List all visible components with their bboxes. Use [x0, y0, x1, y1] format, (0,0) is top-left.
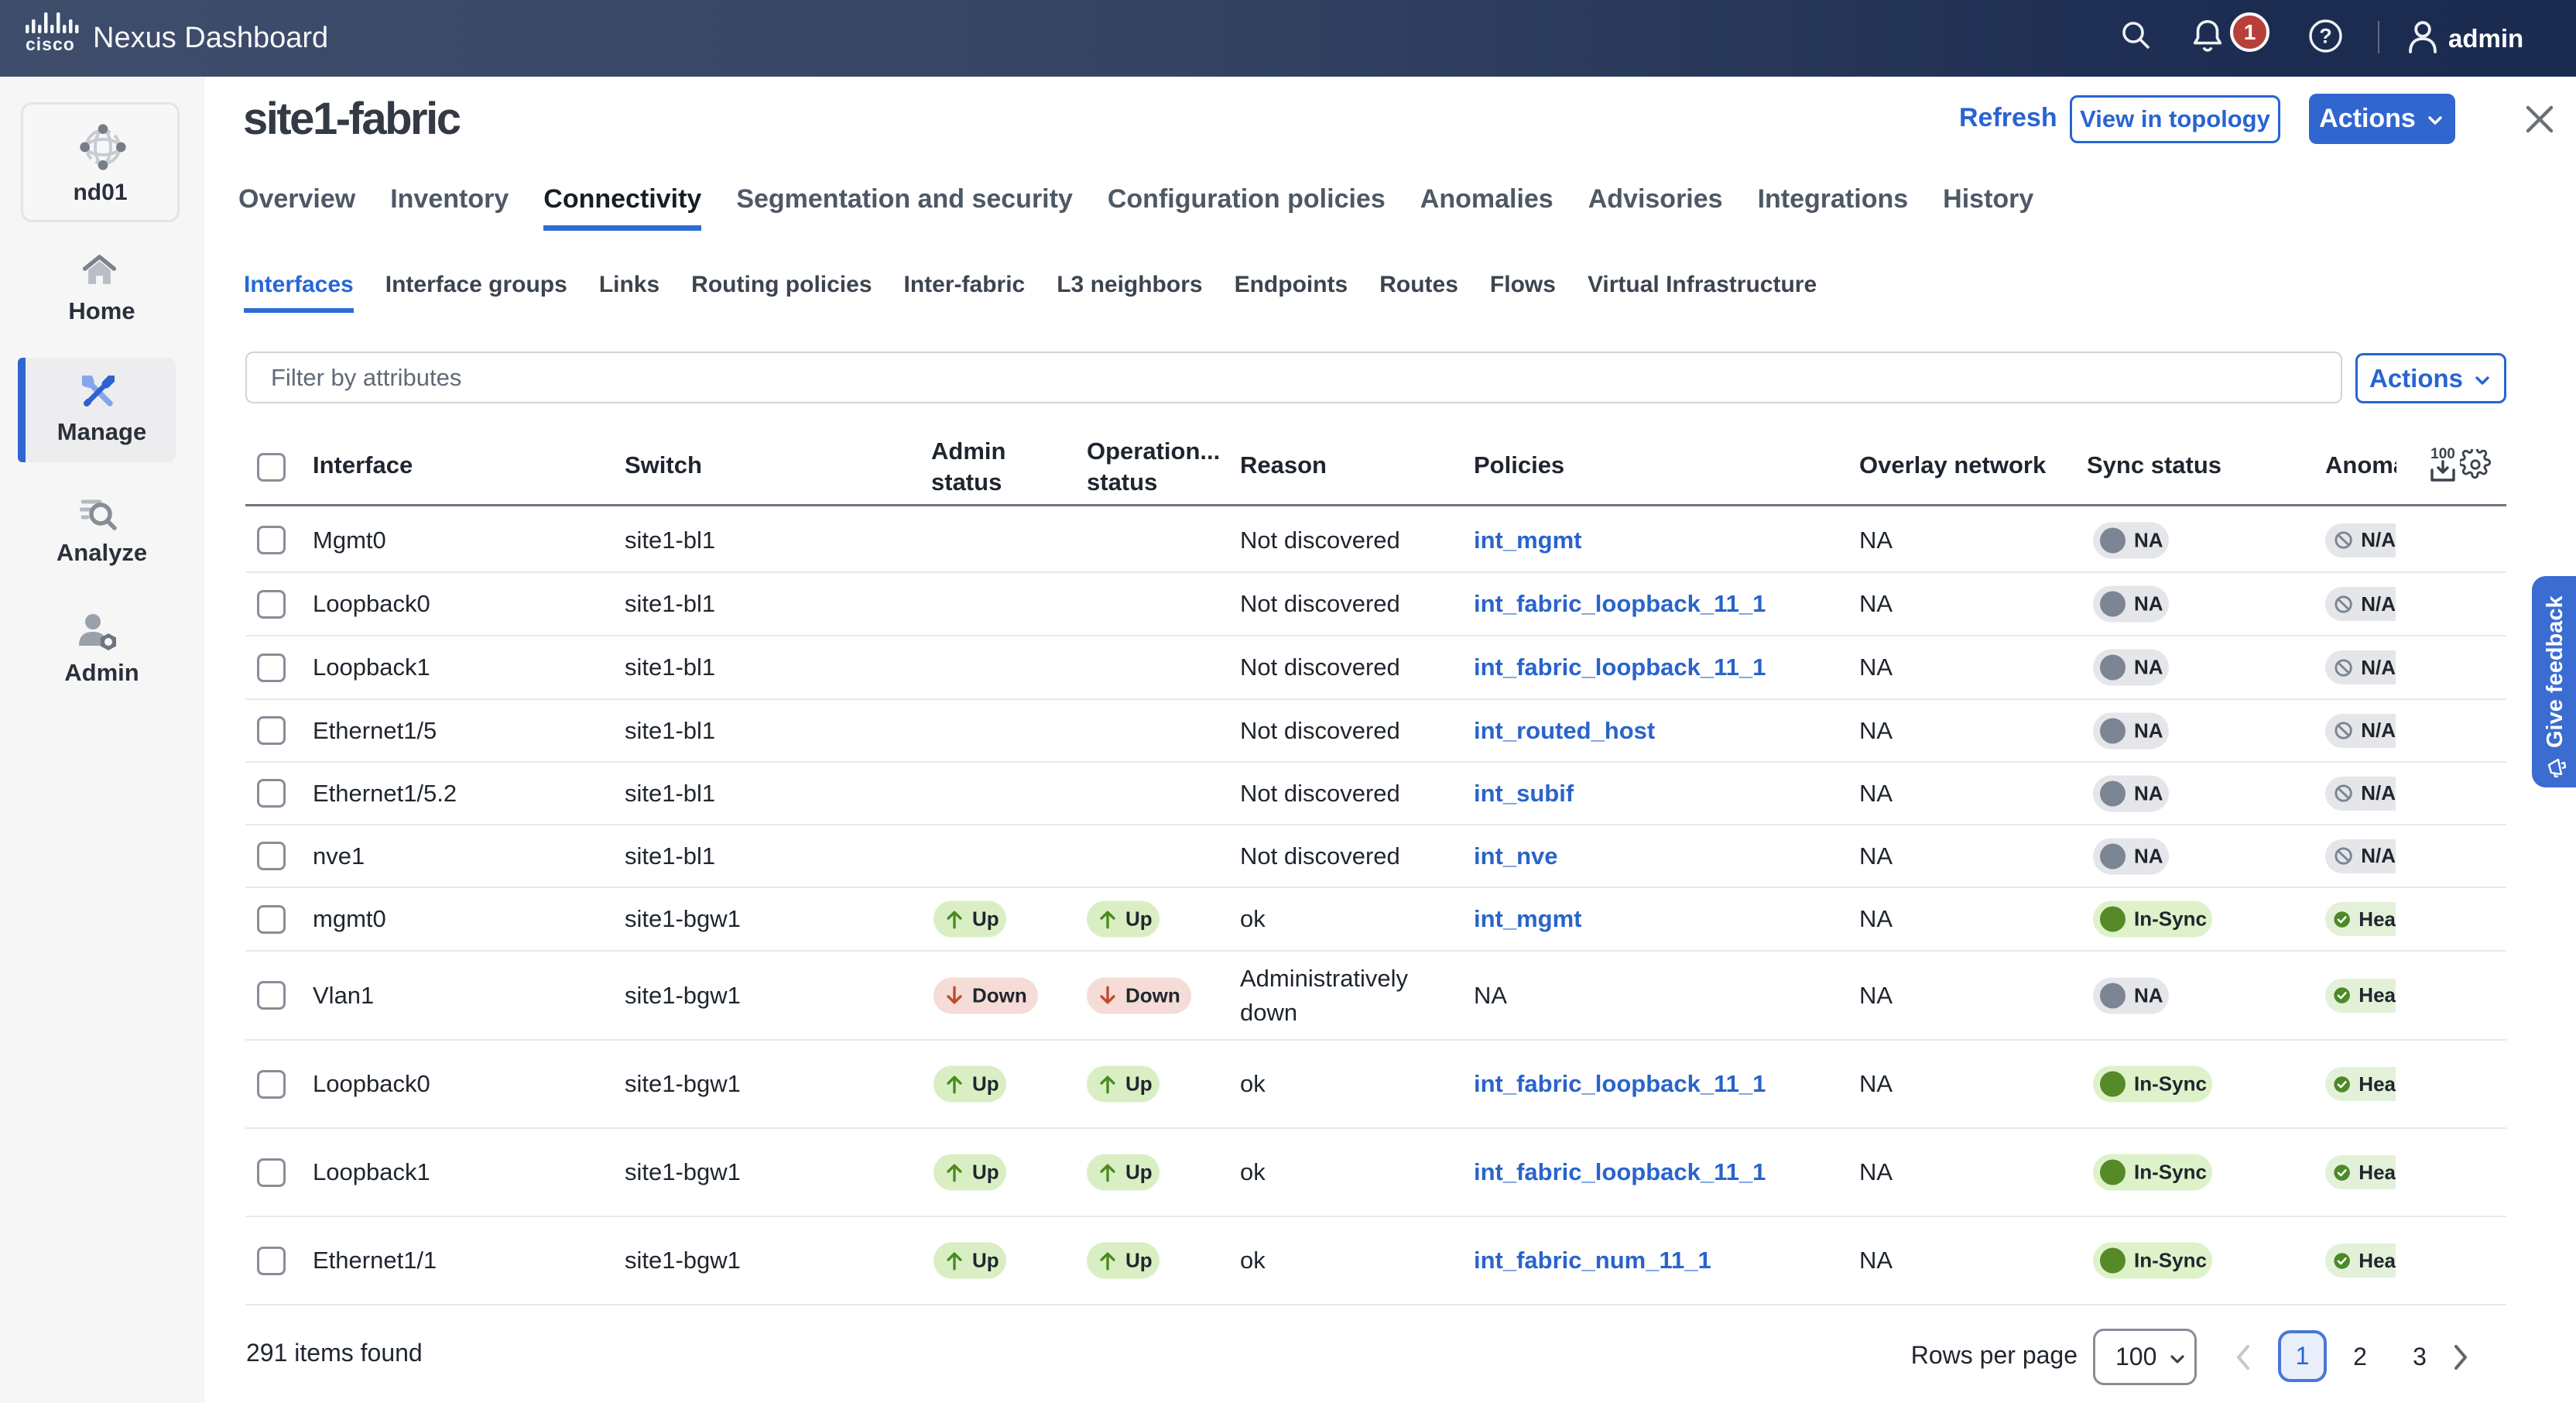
svg-text:cisco: cisco — [26, 34, 75, 51]
svg-text:?: ? — [2319, 25, 2332, 48]
svg-text:100: 100 — [2430, 446, 2455, 462]
